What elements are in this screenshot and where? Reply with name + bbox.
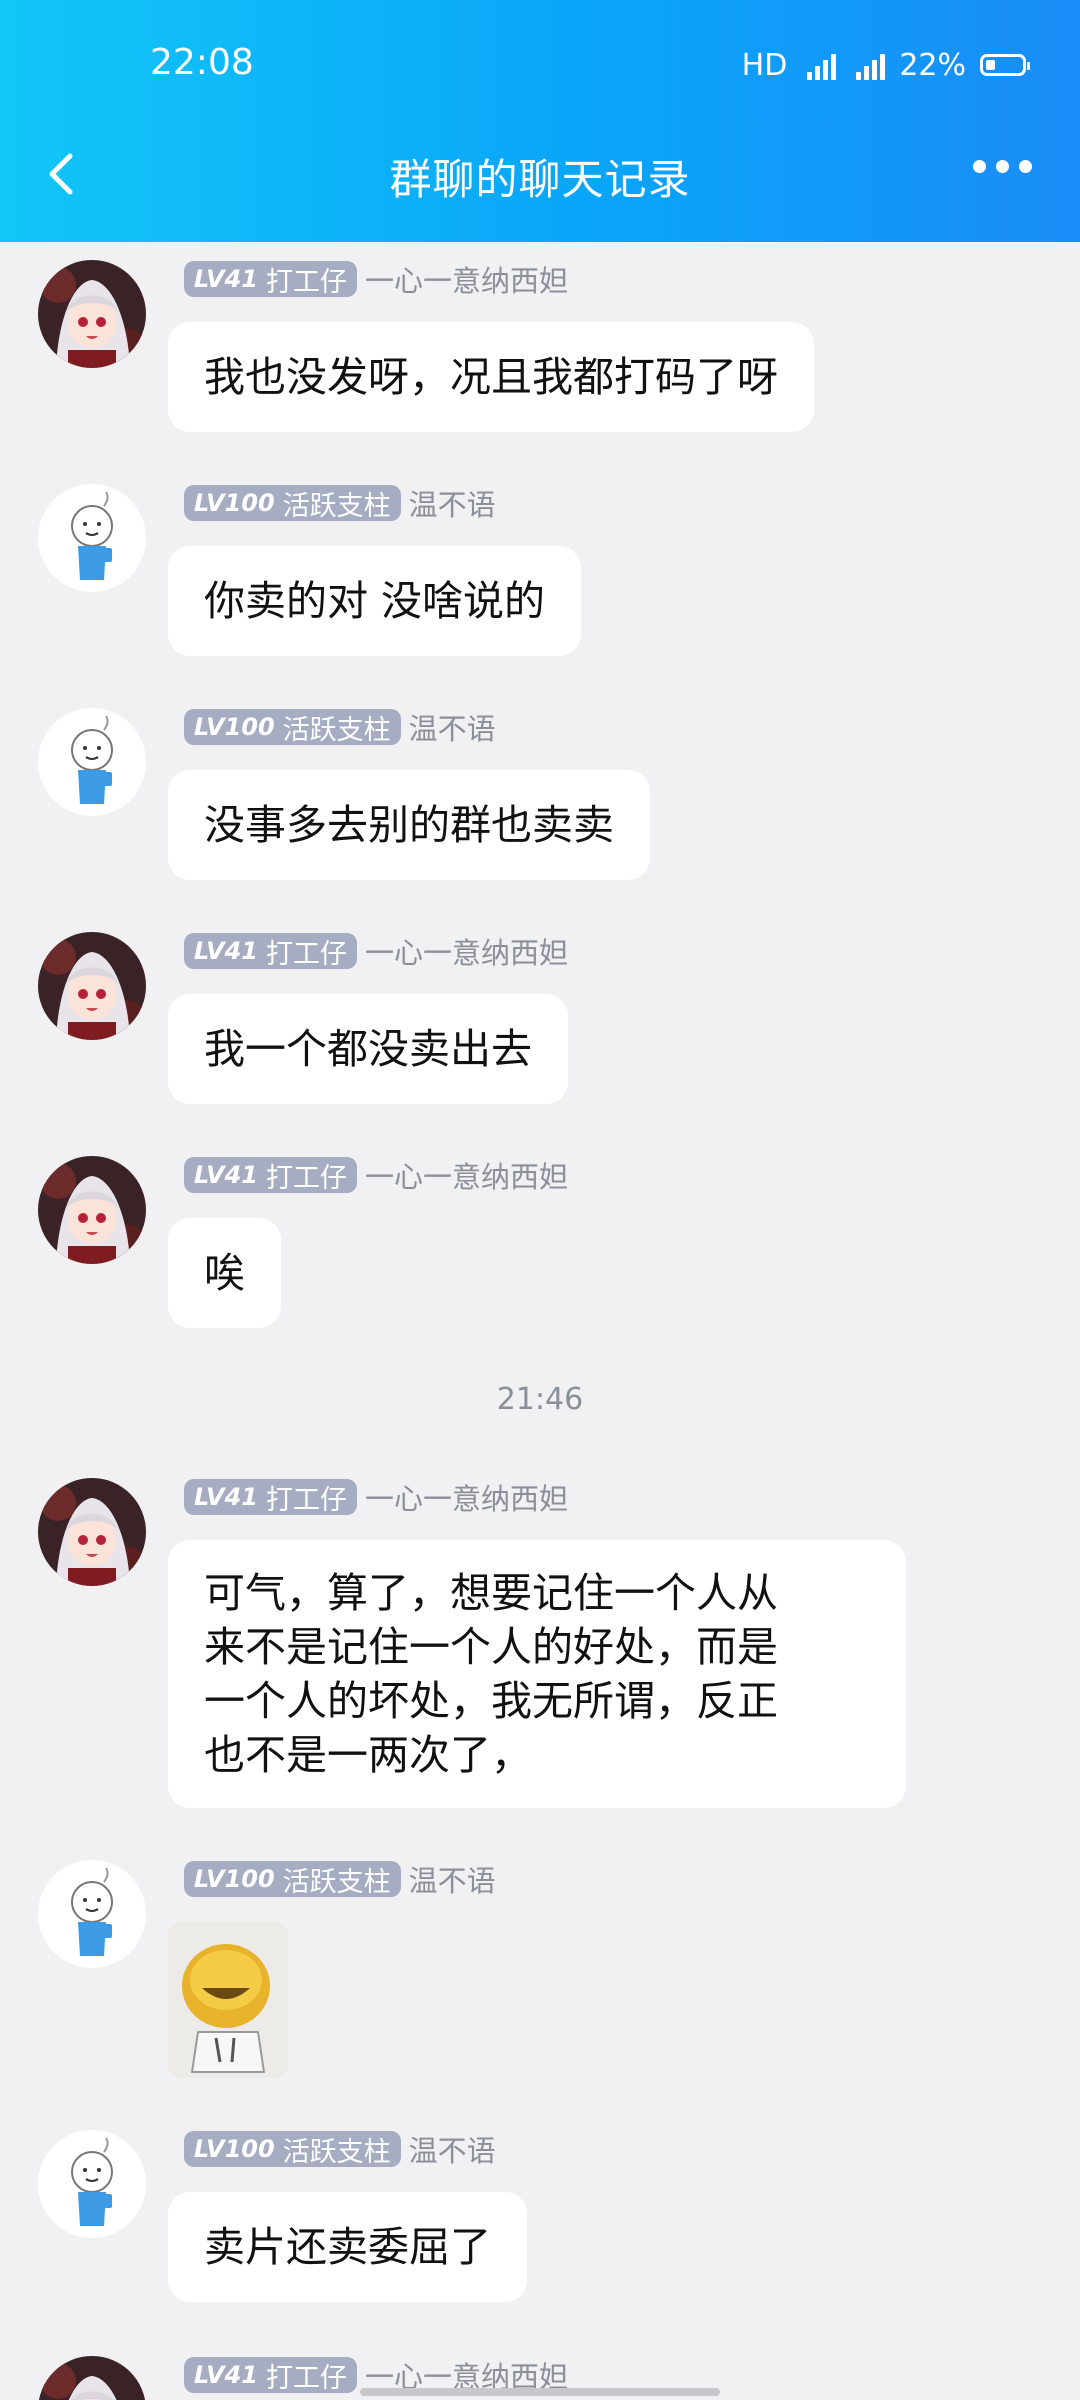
more-horizontal-icon (973, 160, 986, 173)
chat-history[interactable]: LV41 打工仔 一心一意纳西妲 我也没发呀，况且我都打码了呀 LV100 活跃支柱… (0, 242, 1080, 2400)
sender-name: 一心一意纳西妲 (364, 936, 568, 970)
message-bubble[interactable]: 没事多去别的群也卖卖 (168, 770, 650, 880)
home-indicator[interactable] (360, 2388, 720, 2396)
anime-girl-avatar[interactable] (38, 260, 146, 368)
message-line: 来不是记住一个人的好处，而是 (204, 1623, 778, 1671)
sender-name: 温不语 (408, 2134, 496, 2168)
status-icons: HD 22% (741, 44, 1030, 86)
cartoon-person-avatar[interactable] (38, 1860, 146, 1968)
cartoon-person-avatar[interactable] (38, 2130, 146, 2238)
member-badge: LV41 打工仔 (184, 1479, 357, 1516)
member-badge: LV41 打工仔 (184, 261, 357, 298)
yellow-smiley-sticker[interactable] (168, 1922, 288, 2078)
hd-indicator: HD (741, 47, 788, 83)
time-separator: 21:46 (496, 1382, 584, 1417)
message-bubble[interactable]: 可气，算了，想要记住一个人从 来不是记住一个人的好处，而是 一个人的坏处，我无所… (168, 1540, 906, 1808)
member-badge: LV41 打工仔 (184, 933, 357, 970)
cartoon-person-avatar[interactable] (38, 708, 146, 816)
sender-name: 温不语 (408, 712, 496, 746)
sender-name: 温不语 (408, 488, 496, 522)
message-line: 可气，算了，想要记住一个人从 (204, 1569, 778, 1617)
app-header: 22:08 HD 22% 群聊的聊天记录 (0, 0, 1080, 242)
sender-name: 一心一意纳西妲 (364, 1160, 568, 1194)
sender-name: 一心一意纳西妲 (364, 1482, 568, 1516)
message-line: 一个人的坏处，我无所谓，反正 (204, 1677, 778, 1725)
message-line: 也不是一两次了， (204, 1731, 532, 1779)
member-badge: LV100 活跃支柱 (184, 709, 401, 746)
cartoon-person-avatar[interactable] (38, 484, 146, 592)
message-bubble[interactable]: 我一个都没卖出去 (168, 994, 568, 1104)
member-badge: LV41 打工仔 (184, 2357, 357, 2394)
member-badge: LV41 打工仔 (184, 1157, 357, 1194)
battery-icon (980, 54, 1030, 76)
message-bubble[interactable]: 唉 (168, 1218, 281, 1328)
sender-name: 温不语 (408, 1864, 496, 1898)
status-time: 22:08 (150, 42, 254, 83)
anime-girl-avatar[interactable] (38, 1478, 146, 1586)
sender-name: 一心一意纳西妲 (364, 264, 568, 298)
member-badge: LV100 活跃支柱 (184, 485, 401, 522)
signal-icon (850, 50, 886, 80)
signal-icon (801, 50, 837, 80)
member-badge: LV100 活跃支柱 (184, 2131, 401, 2168)
page-title: 群聊的聊天记录 (389, 155, 691, 204)
more-button[interactable] (973, 160, 1032, 173)
battery-percent: 22% (899, 47, 966, 83)
message-bubble[interactable]: 我也没发呀，况且我都打码了呀 (168, 322, 814, 432)
anime-girl-avatar[interactable] (38, 1156, 146, 1264)
member-badge: LV100 活跃支柱 (184, 1861, 401, 1898)
message-bubble[interactable]: 你卖的对 没啥说的 (168, 546, 582, 656)
anime-girl-avatar[interactable] (38, 2356, 146, 2400)
anime-girl-avatar[interactable] (38, 932, 146, 1040)
message-bubble[interactable]: 卖片还卖委屈了 (168, 2192, 527, 2302)
